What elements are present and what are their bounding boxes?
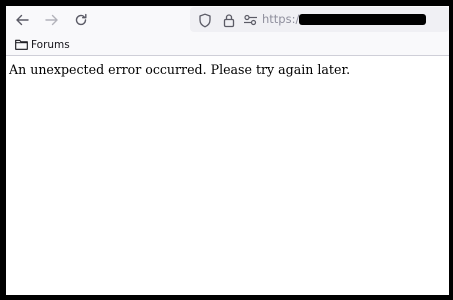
folder-icon (15, 35, 28, 54)
back-button[interactable] (11, 9, 33, 31)
reload-icon (74, 13, 88, 27)
error-message: An unexpected error occurred. Please try… (9, 62, 351, 77)
url-text[interactable]: https:// (262, 11, 303, 27)
bookmark-label: Forums (31, 38, 70, 51)
shield-icon[interactable] (197, 12, 213, 28)
navigation-toolbar: https:// (6, 6, 449, 34)
browser-window: https:// Forums An unexpected error occu… (6, 6, 449, 295)
forward-button[interactable] (41, 9, 63, 31)
arrow-right-icon (45, 13, 59, 27)
bookmark-folder-forums[interactable]: Forums (15, 36, 70, 53)
page-content: An unexpected error occurred. Please try… (6, 56, 449, 295)
arrow-left-icon (15, 13, 29, 27)
reload-button[interactable] (70, 9, 92, 31)
bookmarks-toolbar: Forums (6, 34, 449, 56)
url-redaction (299, 14, 426, 25)
lock-icon[interactable] (221, 12, 237, 28)
permissions-icon[interactable] (242, 12, 258, 28)
address-bar[interactable]: https:// (190, 7, 449, 32)
